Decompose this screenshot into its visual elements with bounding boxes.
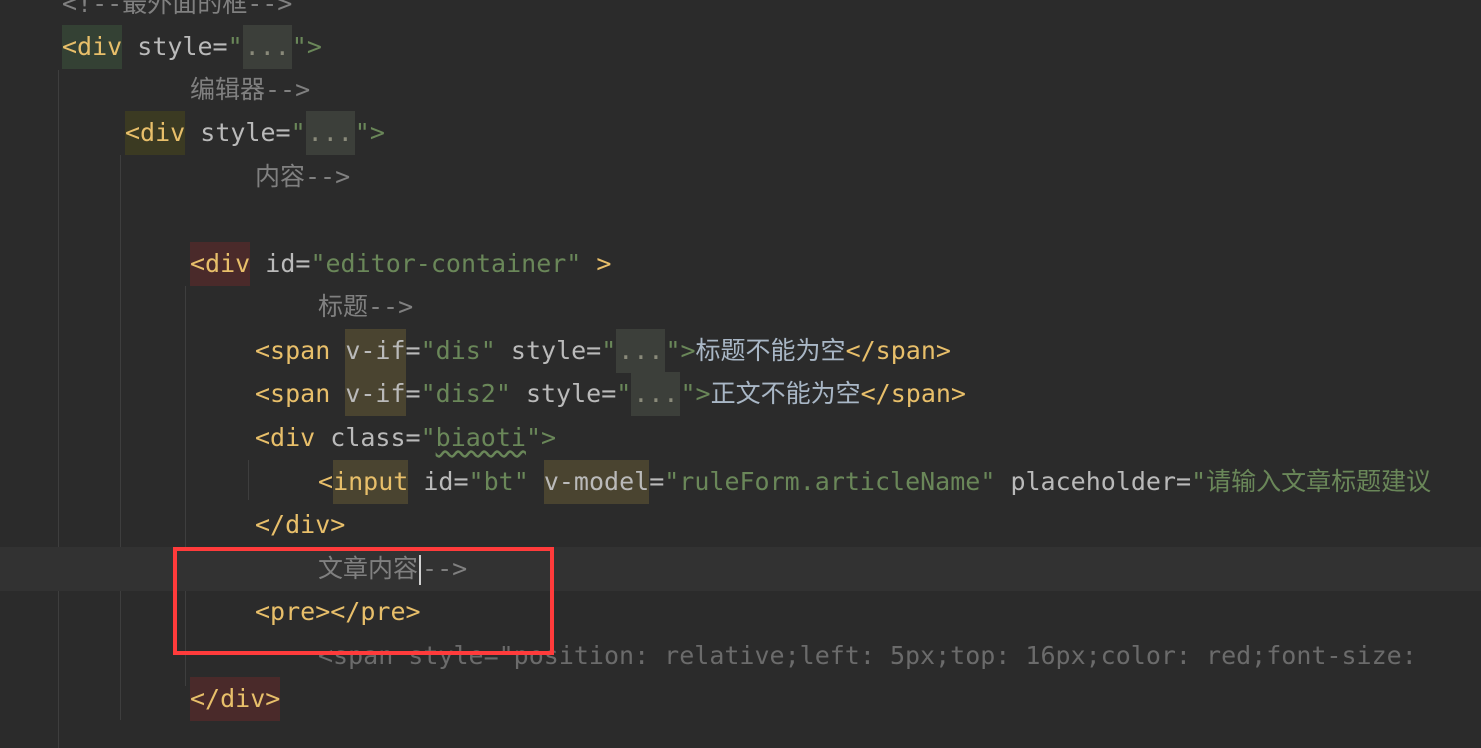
code-token: 标题--> — [318, 292, 414, 321]
code-token: "> — [665, 336, 696, 365]
code-token: v-model — [543, 460, 650, 504]
code-line-10[interactable]: <div class="biaoti"> — [0, 416, 1481, 460]
code-token: < — [318, 467, 334, 496]
code-token: 正文不能为空 — [710, 379, 861, 408]
code-token: "> — [525, 423, 557, 452]
code-token: = — [405, 379, 421, 408]
code-line-3[interactable]: <div style="..."> — [0, 111, 1481, 155]
code-line-9[interactable]: <span v-if="dis2" style="...">正文不能为空</sp… — [0, 372, 1481, 416]
code-line-7[interactable]: 标题--> — [0, 285, 1481, 329]
code-token: </div> — [255, 510, 346, 539]
code-token: "> — [291, 32, 322, 61]
code-line-5[interactable] — [0, 198, 1481, 242]
code-token: = — [405, 336, 421, 365]
code-editor[interactable]: <!--最外面的框--> <div style="..."> 编辑器--> <d… — [0, 0, 1481, 748]
code-token: placeholder= — [995, 467, 1192, 496]
code-token: 编辑器--> — [190, 75, 311, 104]
code-token: "> — [354, 118, 385, 147]
code-token: 标题不能为空 — [695, 336, 846, 365]
code-line-0[interactable]: <!--最外面的框--> — [0, 0, 1481, 26]
code-token: <span — [255, 336, 346, 365]
code-line-11[interactable]: <input id="bt" v-model="ruleForm.article… — [0, 460, 1481, 504]
code-token: "bt" — [468, 467, 529, 496]
code-token: " — [290, 118, 306, 147]
code-token: "ruleForm.articleName" — [664, 467, 996, 496]
code-token: "dis" — [420, 336, 496, 365]
code-token: </span> — [845, 336, 951, 365]
code-token: " — [420, 423, 436, 452]
code-token: ... — [305, 111, 355, 155]
code-token: "editor-container" — [310, 249, 582, 278]
code-token: 内容--> — [255, 162, 351, 191]
code-line-4[interactable]: 内容--> — [0, 155, 1481, 199]
code-token: class= — [330, 423, 421, 452]
code-token: style= — [495, 336, 602, 365]
code-token: ... — [631, 372, 681, 416]
code-line-6[interactable]: <div id="editor-container" > — [0, 242, 1481, 286]
code-line-8[interactable]: <span v-if="dis" style="...">标题不能为空</spa… — [0, 329, 1481, 373]
code-token: "> — [680, 379, 711, 408]
code-token: " — [227, 32, 243, 61]
red-highlight-box — [173, 547, 554, 655]
code-token: v-if — [345, 329, 406, 373]
code-token: biaoti — [435, 423, 526, 452]
code-token: style= — [122, 32, 228, 61]
code-token: ... — [242, 25, 292, 69]
code-token: <div — [190, 242, 251, 286]
code-token: <span — [255, 379, 346, 408]
code-token: id= — [408, 467, 469, 496]
code-token: "dis2" — [420, 379, 511, 408]
code-token: </div> — [190, 677, 281, 721]
code-token: id= — [250, 249, 311, 278]
code-token: style= — [185, 118, 291, 147]
code-token: <div — [255, 423, 331, 452]
code-token: = — [649, 467, 665, 496]
code-token: <!--最外面的框--> — [62, 0, 293, 18]
code-line-2[interactable]: 编辑器--> — [0, 68, 1481, 112]
code-token: ... — [616, 329, 666, 373]
code-token: input — [333, 460, 409, 504]
code-token: </span> — [860, 379, 966, 408]
code-token: v-if — [345, 372, 406, 416]
code-token: > — [581, 249, 612, 278]
code-token: " — [616, 379, 632, 408]
code-line-1[interactable]: <div style="..."> — [0, 25, 1481, 69]
code-token: " — [601, 336, 617, 365]
code-line-16[interactable]: </div> — [0, 677, 1481, 721]
code-line-12[interactable]: </div> — [0, 503, 1481, 547]
code-token: style= — [510, 379, 617, 408]
code-token: "请输入文章标题建议 — [1191, 467, 1432, 496]
code-token: <div — [125, 111, 186, 155]
code-token: <div — [62, 25, 123, 69]
